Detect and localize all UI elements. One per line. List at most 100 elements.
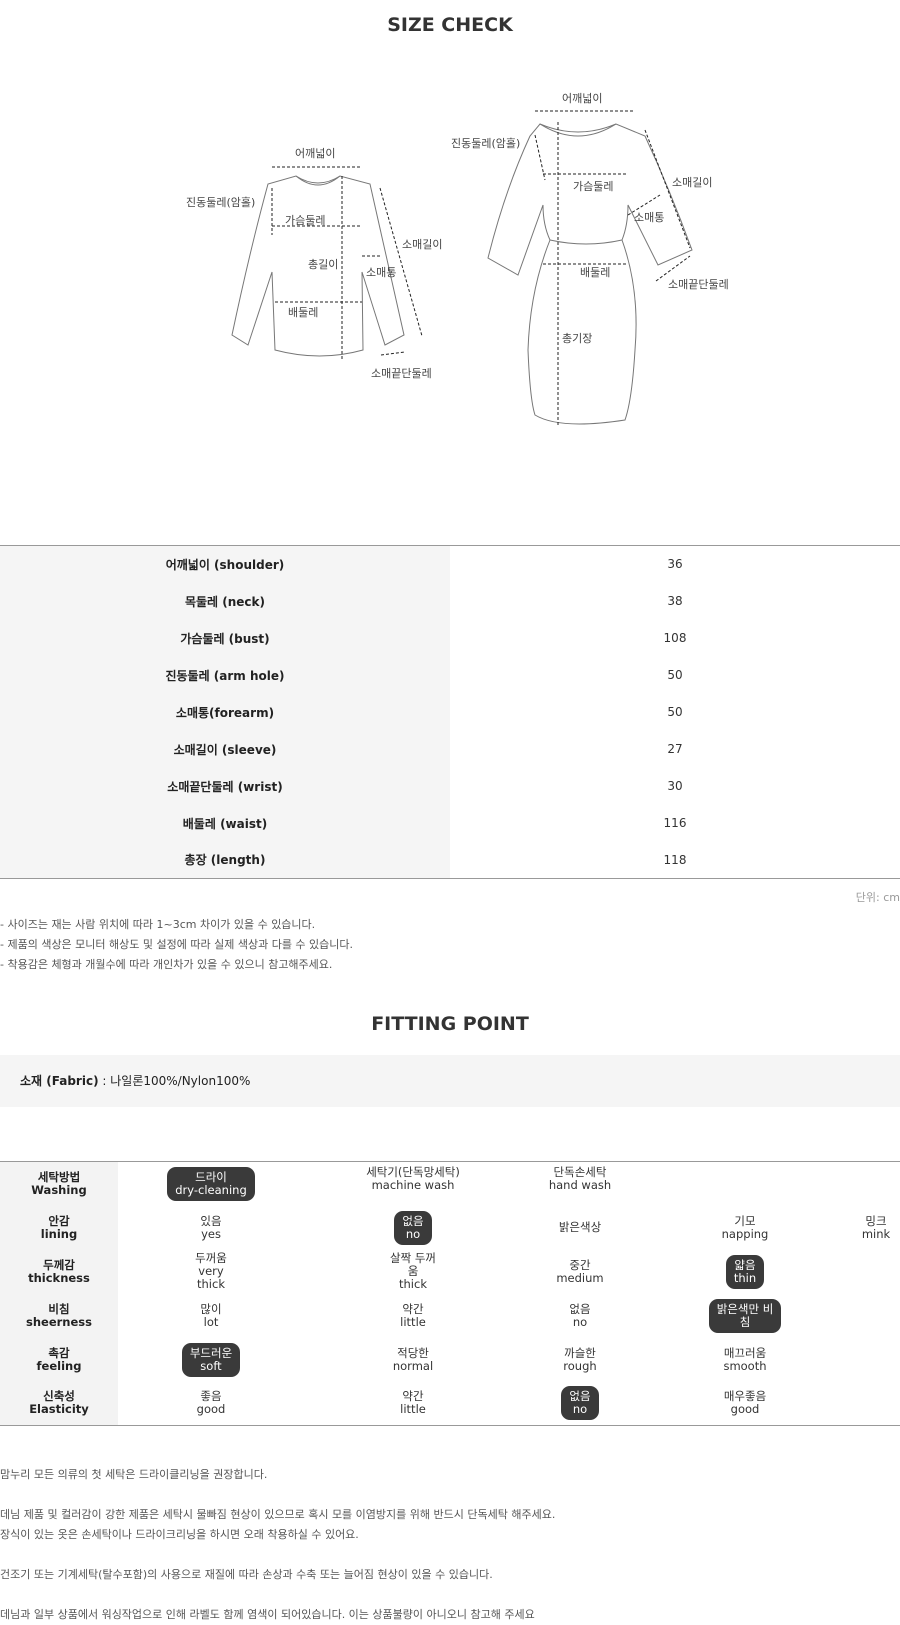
selected-option-badge: 부드러운 soft — [181, 1342, 241, 1377]
row-label: 촉감 feeling — [0, 1337, 118, 1382]
care-note-line: 건조기 또는 기계세탁(탈수포함)의 사용으로 재질에 따라 손상과 수축 또는… — [0, 1568, 493, 1581]
care-row-sheerness: 비침 sheerness 많이 lot 약간 little 없음 no 밝은색만 비침 — [0, 1293, 900, 1338]
size-row: 진동둘레 (arm hole) 50 — [0, 656, 900, 694]
size-value: 27 — [667, 742, 683, 756]
top-forearm-label: 소매통 — [366, 266, 396, 279]
note-line: - 사이즈는 재는 사람 위치에 따라 1~3cm 차이가 있을 수 있습니다. — [0, 918, 316, 931]
size-row: 소매길이 (sleeve) 27 — [0, 730, 900, 768]
size-value: 50 — [667, 705, 683, 719]
care-row-washing: 세탁방법 Washing 드라이 dry-cleaning 세탁기(단독망세탁) ma… — [0, 1161, 900, 1206]
care-option: 없음 no — [304, 1206, 522, 1250]
size-value: 118 — [663, 852, 687, 867]
note-line: - 착용감은 체형과 개월수에 따라 개인차가 있을 수 있으니 참고해주세요. — [0, 958, 333, 971]
size-label: 총장 (length) — [0, 841, 450, 879]
row-label: 두께감 thickness — [0, 1249, 118, 1294]
top-sleeve-label: 소매길이 — [402, 238, 442, 251]
size-label: 진동둘레 (arm hole) — [0, 656, 450, 694]
care-option: 매끄러움 smooth — [723, 1345, 767, 1373]
dress-measure-lines — [534, 110, 691, 425]
size-value: 36 — [667, 557, 683, 572]
top-shoulder-label: 어깨넓이 — [295, 147, 335, 160]
unit-label: 단위: cm — [855, 891, 900, 904]
size-value: 50 — [667, 668, 683, 682]
care-option: 적당한 normal — [392, 1345, 434, 1373]
size-label: 소매길이 (sleeve) — [0, 730, 450, 768]
top-bust-label: 가슴둘레 — [285, 214, 325, 227]
care-note-line: 맘누리 모든 의류의 첫 세탁은 드라이클리닝을 권장합니다. — [0, 1468, 268, 1481]
care-note-line: 데님 제품 및 컬러감이 강한 제품은 세탁시 물빠짐 현상이 있으므로 혹시 … — [0, 1508, 556, 1521]
top-armhole-label: 진동둘레(암홀) — [186, 196, 255, 209]
care-row-feeling: 촉감 feeling 부드러운 soft 적당한 normal 까슬한 rough 매끄… — [0, 1337, 900, 1382]
care-option: 부드러운 soft — [118, 1338, 304, 1382]
selected-option-badge: 없음 no — [394, 1210, 432, 1245]
dress-armhole-label: 진동둘레(암홀) — [451, 137, 520, 150]
care-option: 없음 no — [522, 1382, 638, 1426]
top-length-label: 총길이 — [308, 258, 338, 271]
size-label: 목둘레 (neck) — [0, 582, 450, 620]
selected-option-badge: 드라이 dry-cleaning — [167, 1166, 255, 1201]
care-option: 밝은색상 — [558, 1220, 602, 1234]
row-label: 신축성 Elasticity — [0, 1381, 118, 1426]
size-row: 가슴둘레 (bust) 108 — [0, 619, 900, 657]
care-option: 밍크 mink — [861, 1213, 891, 1241]
size-table: 어깨넓이 (shoulder) 36 목둘레 (neck) 38 가슴둘레 (bust)… — [0, 545, 900, 879]
note-line: - 제품의 색상은 모니터 해상도 및 설정에 따라 실제 색상과 다를 수 있… — [0, 938, 354, 951]
size-label: 소매끝단둘레 (wrist) — [0, 767, 450, 805]
top-wrist-label: 소매끝단둘레 — [371, 367, 432, 380]
dress-length-label: 총기장 — [562, 332, 592, 345]
dress-waist-label: 배둘레 — [580, 266, 610, 279]
dress-wrist-label: 소매끝단둘레 — [668, 278, 729, 291]
care-option: 약간 little — [400, 1301, 426, 1329]
care-note-line: 장식이 있는 옷은 손세탁이나 드라이크리닝을 하시면 오래 착용하실 수 있어… — [0, 1528, 359, 1541]
care-option: 매우좋음 good — [723, 1389, 767, 1417]
care-row-lining: 안감 lining 있음 yes 없음 no 밝은색상 기모 napping 밍크 min… — [0, 1205, 900, 1250]
size-value: 116 — [663, 816, 687, 830]
size-row: 소매통(forearm) 50 — [0, 693, 900, 731]
care-option: 살짝 두꺼 움 thick — [390, 1251, 436, 1291]
dress-bust-label: 가슴둘레 — [573, 180, 613, 193]
size-row: 총장 (length) 118 — [0, 841, 900, 879]
care-option: 밝은색만 비침 — [638, 1294, 852, 1338]
care-option: 없음 no — [569, 1301, 591, 1329]
care-option: 기모 napping — [721, 1213, 769, 1241]
dress-sleeve-label: 소매길이 — [672, 176, 712, 189]
dress-shoulder-label: 어깨넓이 — [562, 92, 602, 105]
size-value: 108 — [663, 631, 687, 645]
care-row-elasticity: 신축성 Elasticity 좋음 good 약간 little 없음 no 매우좋음 g… — [0, 1381, 900, 1426]
care-option: 많이 lot — [200, 1301, 222, 1329]
fabric-value: : 나일론100%/Nylon100% — [98, 1074, 251, 1088]
row-label: 세탁방법 Washing — [0, 1161, 118, 1206]
size-diagram: 어깨넓이 진동둘레(암홀) 가슴둘레 총길이 소매통 소매길이 배둘레 소매끝단… — [186, 92, 729, 425]
care-row-thickness: 두께감 thickness 두꺼움 very thick 살짝 두꺼 움 thick 중간… — [0, 1249, 900, 1294]
size-row: 목둘레 (neck) 38 — [0, 582, 900, 620]
top-waist-label: 배둘레 — [288, 306, 318, 319]
fabric-row: 소재 (Fabric) : 나일론100%/Nylon100% — [0, 1055, 900, 1107]
row-label: 비침 sheerness — [0, 1293, 118, 1338]
size-label: 가슴둘레 (bust) — [0, 619, 450, 657]
top-measure-lines — [271, 166, 423, 360]
fitting-point-heading: FITTING POINT — [371, 1013, 529, 1035]
care-option: 세탁기(단독망세탁) machine wash — [366, 1165, 460, 1192]
size-row: 소매끝단둘레 (wrist) 30 — [0, 767, 900, 805]
row-label: 안감 lining — [0, 1205, 118, 1250]
selected-option-badge: 얇음 thin — [725, 1254, 765, 1289]
selected-option-badge: 밝은색만 비침 — [708, 1298, 782, 1333]
care-option: 까슬한 rough — [563, 1345, 597, 1373]
care-option: 중간 medium — [556, 1257, 604, 1285]
care-option: 있음 yes — [200, 1213, 222, 1241]
care-table: 세탁방법 Washing 드라이 dry-cleaning 세탁기(단독망세탁) ma… — [0, 1161, 900, 1426]
size-label: 배둘레 (waist) — [0, 804, 450, 842]
dress-forearm-label: 소매통 — [634, 211, 664, 224]
care-option: 단독손세탁 hand wash — [548, 1165, 612, 1192]
size-notes: - 사이즈는 재는 사람 위치에 따라 1~3cm 차이가 있을 수 있습니다.… — [0, 915, 353, 975]
care-notes: 맘누리 모든 의류의 첫 세탁은 드라이클리닝을 권장합니다. 데님 제품 및 … — [0, 1465, 555, 1625]
care-note-line: 데님과 일부 상품에서 워싱작업으로 인해 라벨도 함께 염색이 되어있습니다.… — [0, 1608, 535, 1621]
fabric-label: 소재 (Fabric) — [20, 1074, 99, 1088]
selected-option-badge: 없음 no — [561, 1386, 599, 1421]
size-value: 30 — [667, 779, 683, 793]
care-option: 얇음 thin — [638, 1250, 852, 1294]
size-row: 어깨넓이 (shoulder) 36 — [0, 545, 900, 583]
size-label: 어깨넓이 (shoulder) — [0, 545, 450, 583]
size-value: 38 — [667, 594, 683, 608]
care-option: 좋음 good — [196, 1389, 226, 1417]
